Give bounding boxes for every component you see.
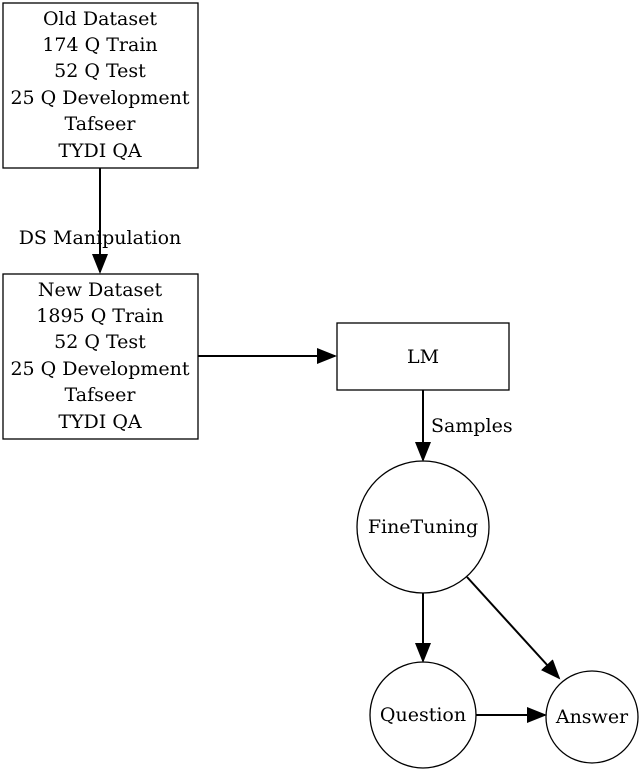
old-dataset-line: Old Dataset bbox=[43, 8, 157, 30]
old-dataset-line: TYDI QA bbox=[58, 140, 142, 162]
flow-diagram: Old Dataset 174 Q Train 52 Q Test 25 Q D… bbox=[2, 2, 639, 769]
samples-label: Samples bbox=[431, 415, 513, 437]
answer-label: Answer bbox=[555, 706, 629, 728]
finetuning-label: FineTuning bbox=[368, 516, 478, 538]
question-label: Question bbox=[380, 704, 466, 726]
new-dataset-line: New Dataset bbox=[38, 279, 163, 301]
old-dataset-node: Old Dataset 174 Q Train 52 Q Test 25 Q D… bbox=[2, 2, 199, 169]
old-dataset-line: 52 Q Test bbox=[54, 60, 146, 82]
finetuning-node: FineTuning bbox=[356, 460, 490, 594]
lm-node: LM bbox=[336, 322, 510, 391]
new-dataset-line: TYDI QA bbox=[58, 411, 142, 433]
answer-node: Answer bbox=[545, 670, 639, 764]
new-dataset-line: 1895 Q Train bbox=[36, 305, 163, 327]
lm-label: LM bbox=[407, 346, 439, 368]
new-dataset-line: Tafseer bbox=[65, 384, 137, 406]
old-dataset-line: Tafseer bbox=[65, 113, 137, 135]
question-node: Question bbox=[369, 661, 477, 769]
edge-finetuning-to-answer bbox=[466, 576, 561, 680]
old-dataset-line: 174 Q Train bbox=[42, 34, 157, 56]
new-dataset-node: New Dataset 1895 Q Train 52 Q Test 25 Q … bbox=[2, 273, 199, 440]
old-dataset-line: 25 Q Development bbox=[10, 87, 189, 109]
new-dataset-line: 25 Q Development bbox=[10, 358, 189, 380]
ds-manipulation-label: DS Manipulation bbox=[19, 227, 182, 249]
new-dataset-line: 52 Q Test bbox=[54, 331, 146, 353]
